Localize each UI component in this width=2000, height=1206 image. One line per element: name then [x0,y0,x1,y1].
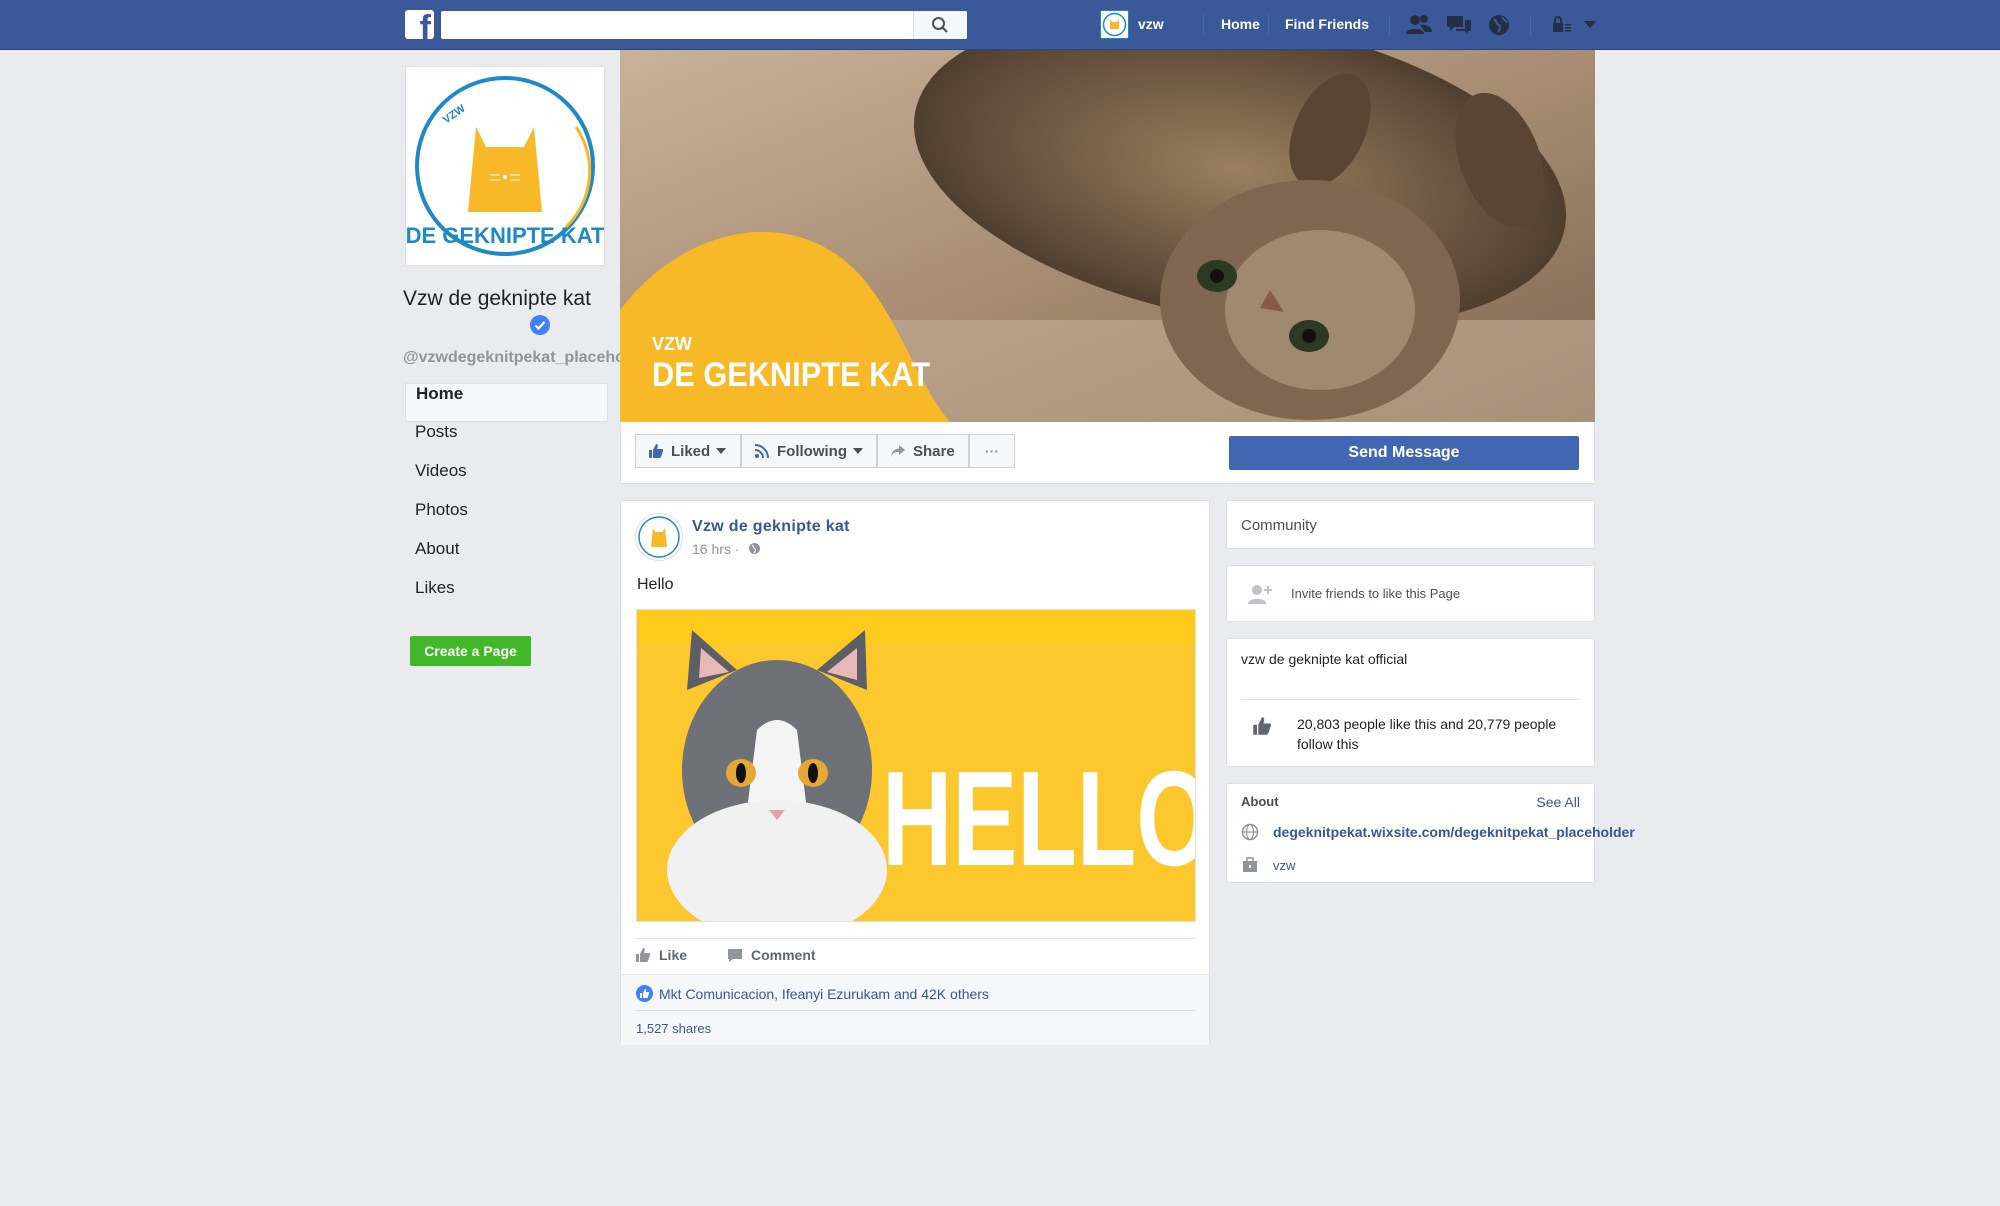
shares-count-link[interactable]: 1,527 shares [636,1021,711,1036]
invite-friends-card[interactable]: Invite friends to like this Page [1226,565,1595,622]
hello-cat-image: HELLO [637,610,1195,921]
like-reaction-icon [636,985,653,1002]
verified-badge-icon [530,315,550,335]
liked-button[interactable]: Liked [635,434,741,468]
post-timestamp[interactable]: 16 hrs · [692,541,739,557]
post-image[interactable]: HELLO [636,609,1196,922]
chevron-down-icon [716,448,727,454]
divider [1389,14,1390,36]
shares-row: 1,527 shares [621,1010,1209,1045]
divider [1203,14,1204,36]
cover-title-text: DE GEKNIPTE KAT [652,356,930,394]
reactions-summary-text[interactable]: Mkt Comunicacion, Ifeanyi Ezurukam and 4… [659,986,989,1002]
hello-image-text: HELLO [882,743,1195,894]
public-globe-icon [749,543,760,554]
page-title: Vzw de geknipte kat [403,287,591,310]
see-all-link[interactable]: See All [1536,794,1580,810]
privacy-lock-icon[interactable] [1550,12,1572,38]
nav-item-likes[interactable]: Likes [405,578,608,617]
divider [1530,14,1531,36]
notifications-globe-icon[interactable] [1486,12,1512,38]
more-options-button[interactable]: ··· [969,434,1015,468]
page-left-navigation: Home Posts Videos Photos About Likes [405,383,608,617]
add-friend-icon [1248,585,1272,604]
community-title: Community [1241,517,1317,534]
page-handle[interactable]: @vzwdegeknitpekat_placeholder [403,349,654,367]
cat-cover-image: VZW DE GEKNIPTE KAT [620,50,1595,422]
divider [635,1010,1195,1011]
nav-item-photos[interactable]: Photos [405,500,608,539]
website-link[interactable]: degeknitpekat.wixsite.com/degeknitpekat_… [1273,824,1635,840]
dropdown-arrow-icon[interactable] [1583,20,1597,30]
comment-icon [728,948,742,962]
post-card: Vzw de geknipte kat 16 hrs · Hello HELLO… [620,500,1210,1045]
about-title: About [1241,794,1279,809]
invite-friends-text: Invite friends to like this Page [1291,586,1461,601]
post-author-name[interactable]: Vzw de geknipte kat [692,518,850,536]
page-action-bar: Liked Following Share ··· Send Message [620,422,1595,484]
cover-photo[interactable]: VZW DE GEKNIPTE KAT [620,50,1595,422]
like-button[interactable]: Like [635,947,687,963]
likes-follow-count: 20,803 people like this and 20,779 peopl… [1297,716,1557,752]
rss-follow-icon [754,444,769,459]
user-name-link[interactable]: vzw [1138,16,1164,32]
messages-icon[interactable] [1445,12,1473,38]
vzw-de-geknipte-kat-logo: DE GEKNIPTE KAT VZW [406,76,605,256]
website-globe-icon [1241,823,1259,841]
nav-item-videos[interactable]: Videos [405,461,608,500]
about-card: About See All degeknitpekat.wixsite.com/… [1226,783,1635,883]
following-button[interactable]: Following [741,434,877,468]
user-avatar[interactable] [1100,10,1129,39]
page-category-link[interactable]: vzw [1273,858,1295,873]
logo-ring-text: DE GEKNIPTE KAT [406,223,604,248]
post-action-row: Like Comment [635,938,1195,974]
search-icon [932,17,948,33]
cover-small-text: VZW [652,334,692,354]
facebook-logo-icon[interactable]: f [405,10,434,39]
friend-requests-icon[interactable] [1405,12,1433,38]
nav-item-about[interactable]: About [405,539,608,578]
thumbs-up-icon [636,948,651,962]
create-page-button[interactable]: Create a Page [410,636,531,666]
send-message-button[interactable]: Send Message [1229,436,1579,470]
share-button[interactable]: Share [877,434,969,468]
category-briefcase-icon [1243,857,1257,872]
reactions-summary-row: Mkt Comunicacion, Ifeanyi Ezurukam and 4… [621,974,1209,1010]
official-page-name: vzw de geknipte kat official [1241,651,1408,667]
thumbs-up-icon [1253,717,1271,735]
top-navigation-bar: f vzw Home Find Friends [0,0,2000,50]
post-message: Hello [637,576,674,593]
find-friends-link[interactable]: Find Friends [1285,16,1369,32]
nav-item-posts[interactable]: Posts [405,422,608,461]
search-input[interactable] [441,11,967,39]
community-card[interactable]: Community [1226,500,1595,549]
comment-button[interactable]: Comment [727,947,816,963]
nav-item-home[interactable]: Home [405,383,608,422]
share-arrow-icon [891,445,905,457]
post-author-avatar[interactable] [635,513,683,561]
search-button[interactable] [913,11,967,39]
thumbs-up-icon [649,444,664,458]
divider [1241,699,1580,700]
page-profile-picture[interactable]: DE GEKNIPTE KAT VZW [405,66,605,266]
divider [1268,14,1269,36]
page-info-card: vzw de geknipte kat official 20,803 peop… [1226,638,1595,767]
home-link[interactable]: Home [1221,16,1260,32]
chevron-down-icon [852,448,863,454]
